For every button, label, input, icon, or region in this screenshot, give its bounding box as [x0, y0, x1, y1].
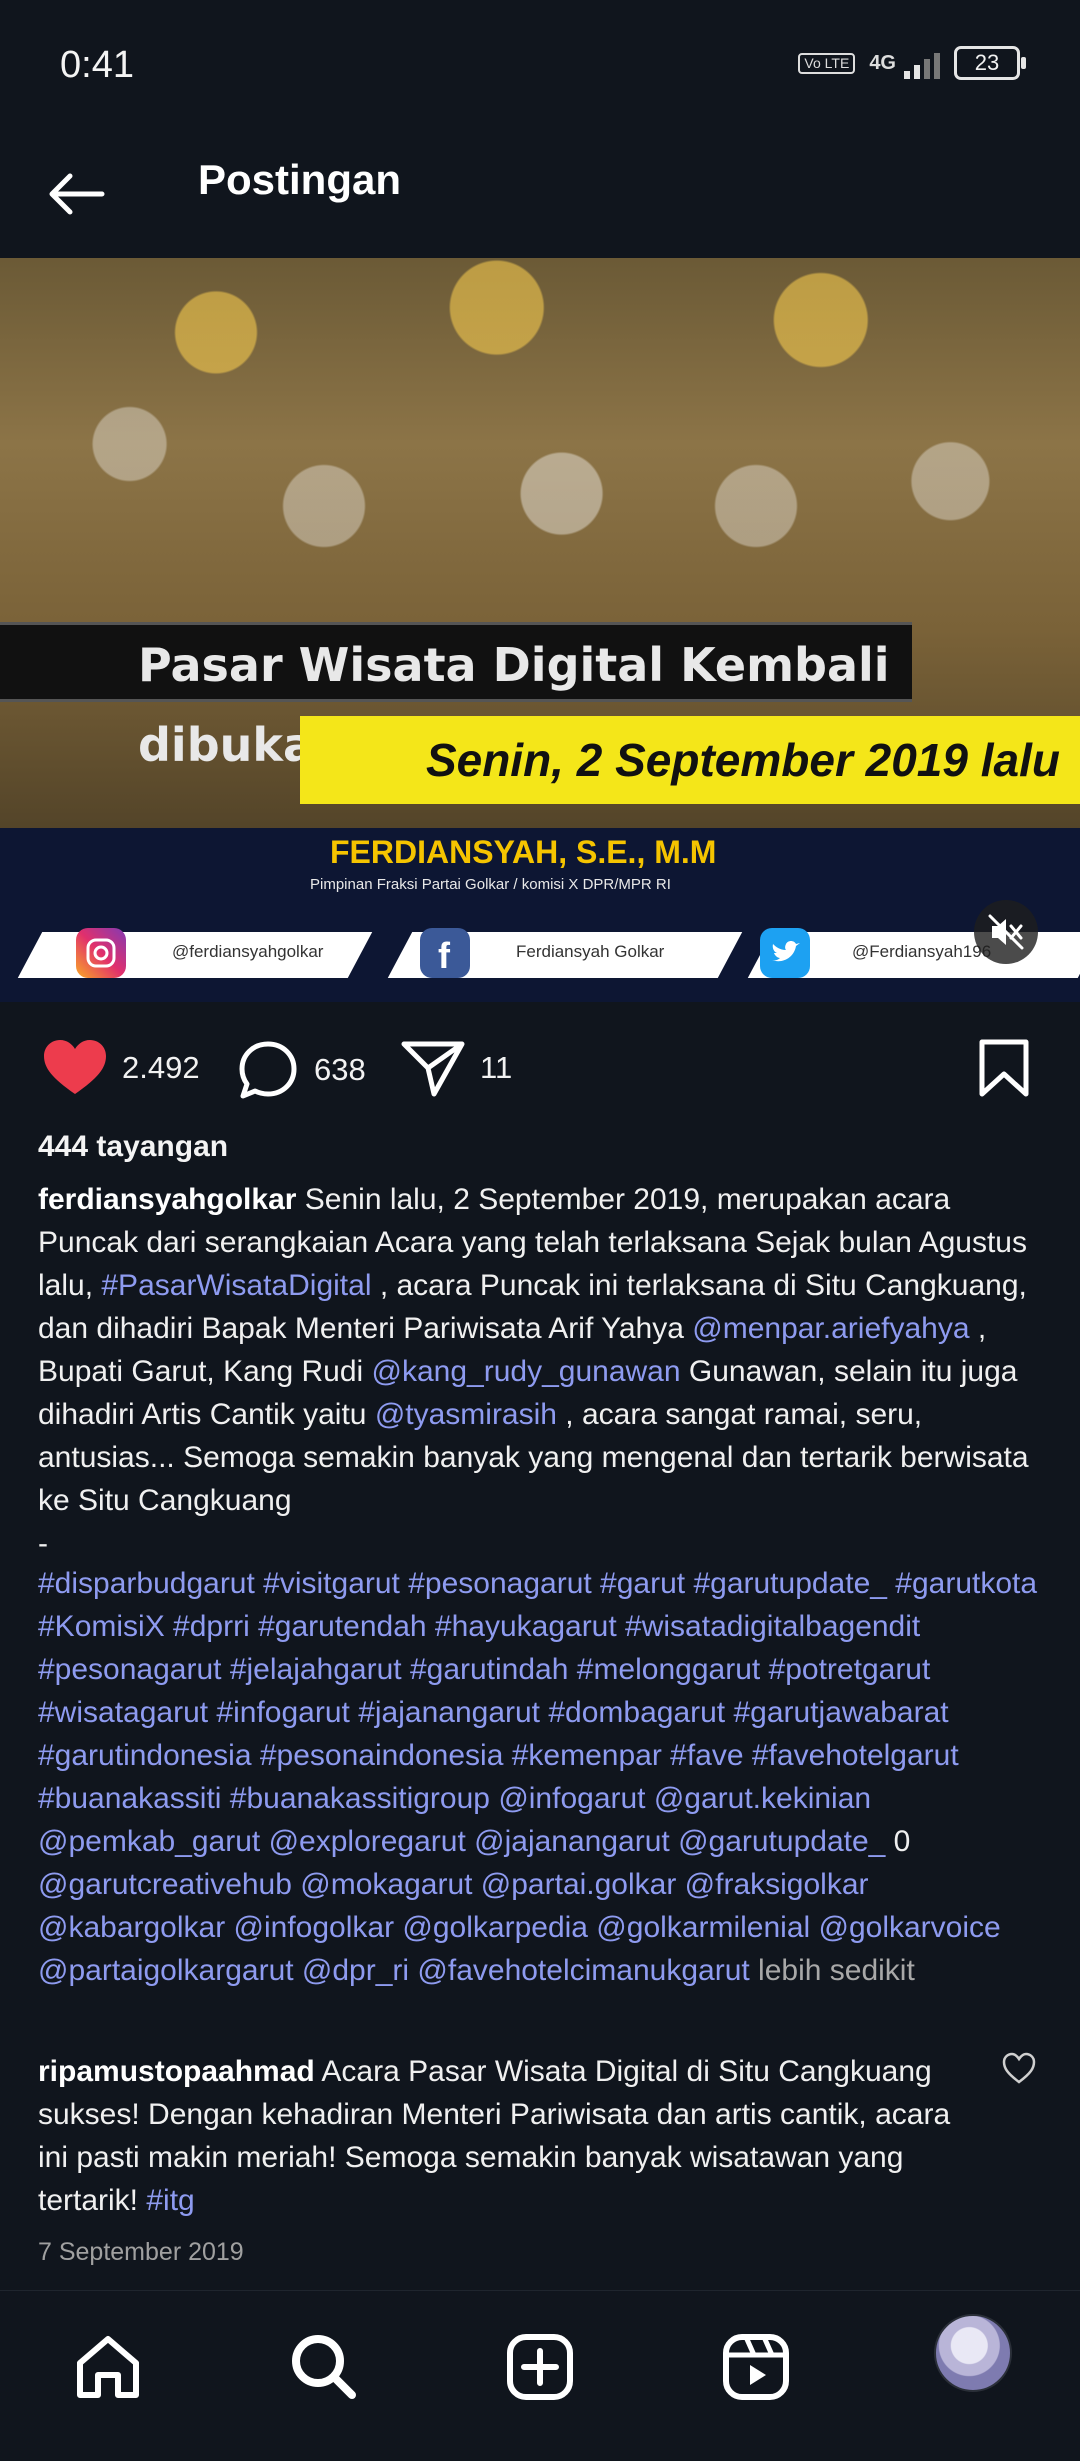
- caption-username[interactable]: ferdiansyahgolkar: [38, 1183, 296, 1216]
- svg-text:f: f: [438, 935, 451, 976]
- bottom-nav: [0, 2290, 1080, 2461]
- mute-button[interactable]: [974, 900, 1038, 964]
- caption-mention-kang-rudy[interactable]: @kang_rudy_gunawan: [372, 1355, 681, 1388]
- comment-item: ripamustopaahmad Acara Pasar Wisata Digi…: [38, 2050, 988, 2222]
- twitter-icon: [760, 928, 810, 978]
- nav-home[interactable]: [68, 2327, 148, 2407]
- comment-username[interactable]: ripamustopaahmad: [38, 2055, 315, 2088]
- comment-action[interactable]: 638: [236, 1038, 366, 1102]
- share-count: 11: [480, 1050, 513, 1085]
- mute-icon: [988, 914, 1024, 950]
- media-title: Pasar Wisata Digital Kembali dibuka: [0, 622, 912, 772]
- back-button[interactable]: [40, 158, 112, 230]
- post-caption: ferdiansyahgolkar Senin lalu, 2 Septembe…: [38, 1178, 1048, 1565]
- show-less-link[interactable]: lebih sedikit: [750, 1954, 915, 1987]
- caption-mention-tyas[interactable]: @tyasmirasih: [375, 1398, 557, 1431]
- hashtag-list-1[interactable]: #disparbudgarut #visitgarut #pesonagarut…: [38, 1567, 1037, 1858]
- hashtag-block: #disparbudgarut #visitgarut #pesonagarut…: [38, 1562, 1048, 1992]
- reels-icon: [723, 2334, 789, 2400]
- share-action[interactable]: 11: [400, 1038, 512, 1098]
- media-role: Pimpinan Fraksi Partai Golkar / komisi X…: [310, 876, 671, 893]
- post-date: 7 September 2019: [38, 2238, 244, 2266]
- share-icon[interactable]: [400, 1038, 466, 1098]
- page-title: Postingan: [198, 156, 402, 203]
- header: Postingan: [0, 130, 1080, 258]
- battery-icon: 23: [954, 46, 1026, 80]
- nav-search[interactable]: [284, 2327, 364, 2407]
- like-count: 2.492: [122, 1050, 200, 1085]
- comment-like-button[interactable]: [1002, 2052, 1036, 2086]
- caption-hashtag-link[interactable]: #PasarWisataDigital: [101, 1269, 371, 1302]
- caption-dash: -: [38, 1527, 48, 1560]
- instagram-icon: [76, 928, 126, 978]
- social-row: @ferdiansyahgolkar f Ferdiansyah Golkar …: [0, 922, 1080, 988]
- comment-hashtag[interactable]: #itg: [146, 2184, 194, 2217]
- signal-icon: [904, 47, 940, 79]
- create-icon: [507, 2334, 573, 2400]
- status-bar: 0:41 Vo LTE 4G 23: [0, 0, 1080, 130]
- status-icons: Vo LTE 4G 23: [798, 46, 1026, 80]
- caption-mention-menpar[interactable]: @menpar.ariefyahya: [692, 1312, 969, 1345]
- back-arrow-icon: [49, 173, 105, 215]
- bookmark-action[interactable]: [976, 1038, 1032, 1098]
- volte-icon: Vo LTE: [798, 52, 856, 74]
- media-date: Senin, 2 September 2019 lalu: [300, 716, 1080, 804]
- post-actions: 2.492 638 11: [0, 1010, 1080, 1120]
- post-video[interactable]: Pasar Wisata Digital Kembali dibuka Seni…: [0, 258, 1080, 1002]
- nav-profile-avatar[interactable]: [934, 2314, 1012, 2392]
- comment-count: 638: [314, 1052, 366, 1087]
- view-count: 444 tayangan: [38, 1130, 229, 1163]
- nav-create[interactable]: [500, 2327, 580, 2407]
- search-icon: [292, 2335, 356, 2399]
- home-icon: [77, 2336, 139, 2398]
- heart-outline-icon: [1002, 2052, 1036, 2084]
- twitter-handle: @Ferdiansyah196: [852, 942, 992, 961]
- bookmark-icon[interactable]: [976, 1038, 1032, 1098]
- status-time: 0:41: [60, 44, 134, 86]
- facebook-handle: Ferdiansyah Golkar: [516, 942, 665, 961]
- comment-icon[interactable]: [236, 1038, 300, 1102]
- instagram-handle: @ferdiansyahgolkar: [172, 942, 324, 961]
- nav-reels[interactable]: [716, 2327, 796, 2407]
- hashtag-zero: 0: [885, 1825, 911, 1858]
- heart-icon[interactable]: [42, 1038, 108, 1098]
- facebook-icon: f: [420, 928, 470, 978]
- network-type: 4G: [869, 51, 896, 74]
- media-name: FERDIANSYAH, S.E., M.M: [330, 834, 717, 870]
- like-action[interactable]: 2.492: [42, 1038, 200, 1098]
